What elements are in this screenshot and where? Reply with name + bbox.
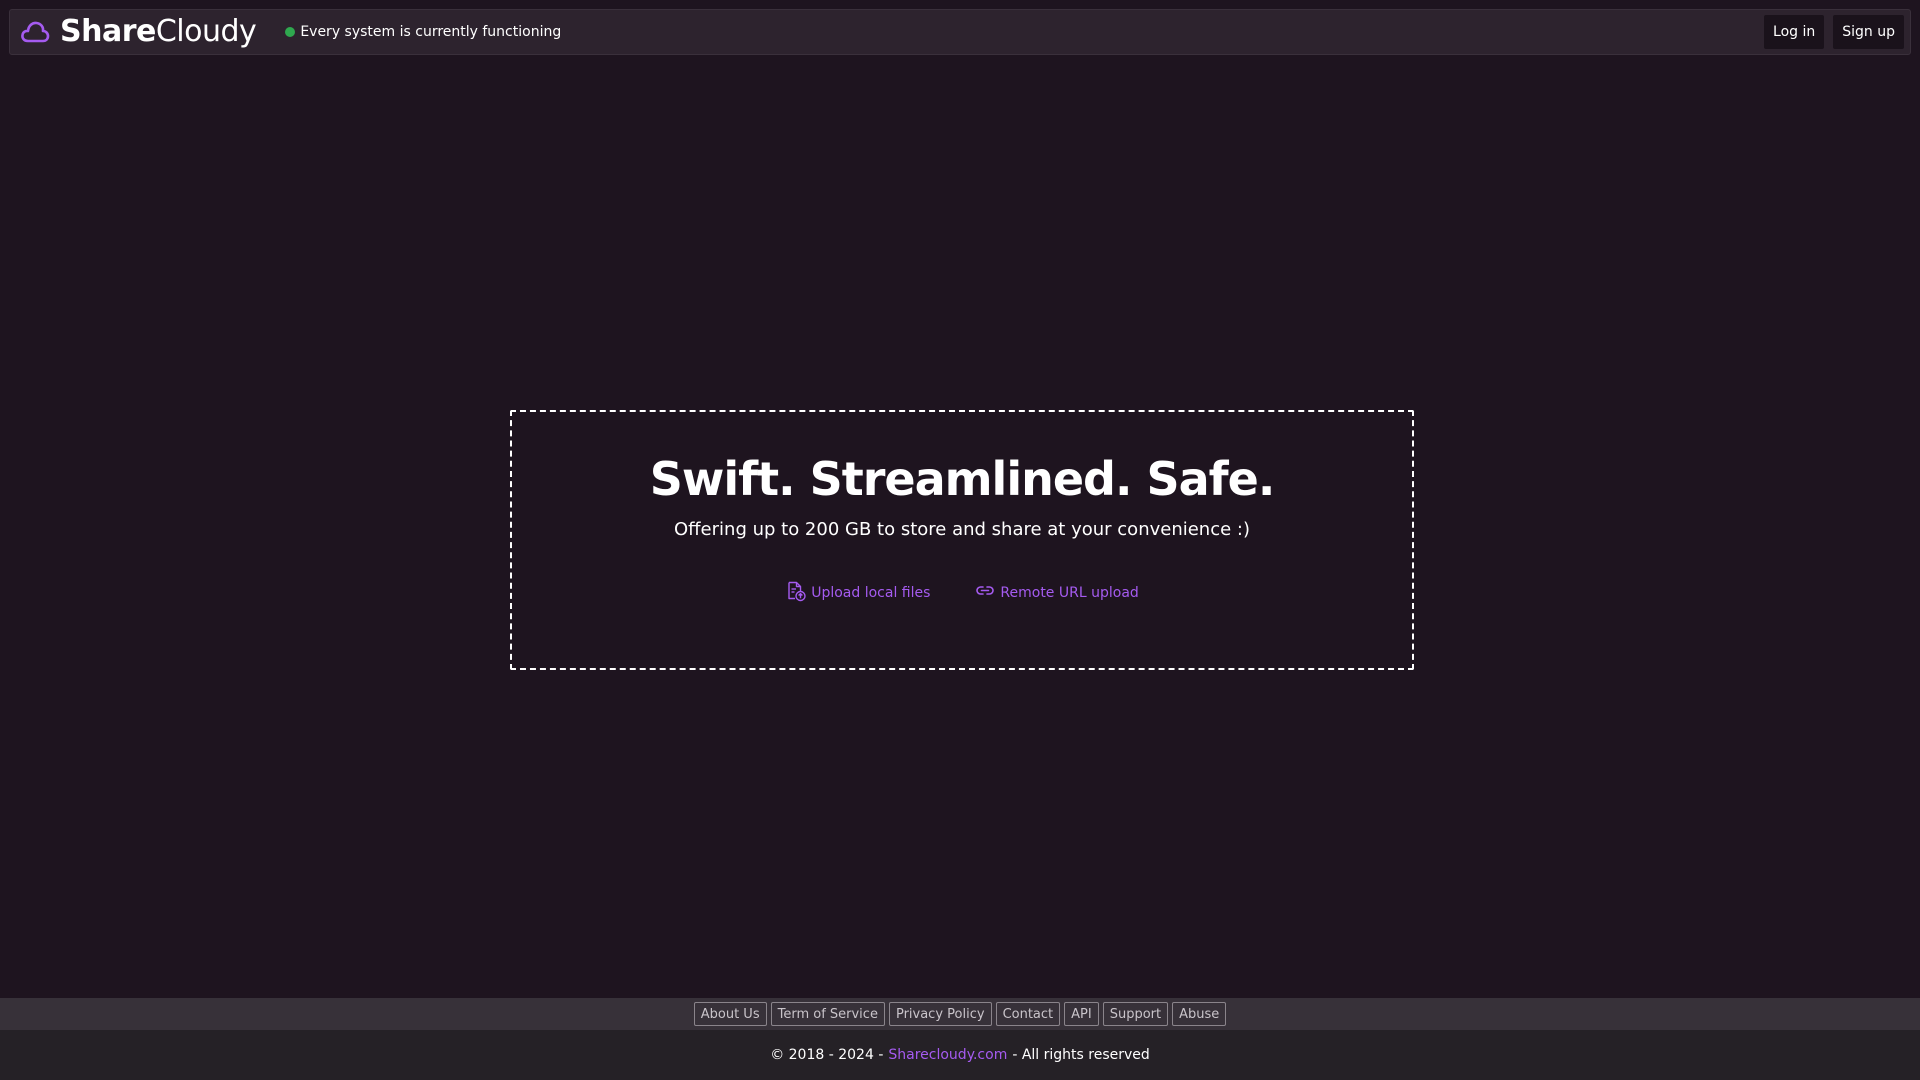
login-button[interactable]: Log in xyxy=(1764,15,1825,49)
brand[interactable]: ShareCloudy xyxy=(20,14,257,49)
footer-links: About Us Term of Service Privacy Policy … xyxy=(0,998,1920,1030)
footer-link-about-us[interactable]: About Us xyxy=(693,1002,767,1026)
footer-link-support[interactable]: Support xyxy=(1102,1002,1169,1026)
footer-link-terms[interactable]: Term of Service xyxy=(770,1002,885,1026)
signup-button[interactable]: Sign up xyxy=(1833,15,1904,49)
status-dot-icon xyxy=(285,27,296,37)
brand-name-part1: Share xyxy=(60,14,156,49)
hero-title: Swift. Streamlined. Safe. xyxy=(649,452,1276,506)
remote-url-upload-label: Remote URL upload xyxy=(1000,585,1139,602)
upload-actions: Upload local files Remote URL upload xyxy=(512,580,1412,606)
copyright-prefix: © 2018 - 2024 - xyxy=(770,1047,884,1063)
cloud-logo-icon xyxy=(20,19,50,45)
page: ShareCloudy Every system is currently fu… xyxy=(0,0,1920,1080)
footer-link-abuse[interactable]: Abuse xyxy=(1172,1002,1227,1026)
link-icon xyxy=(974,580,1000,606)
site-link[interactable]: Sharecloudy.com xyxy=(888,1047,1007,1063)
upload-local-files-link[interactable]: Upload local files xyxy=(785,580,930,606)
hero-subtitle: Offering up to 200 GB to store and share… xyxy=(673,519,1250,541)
copyright-suffix: - All rights reserved xyxy=(1012,1047,1150,1063)
brand-name: ShareCloudy xyxy=(60,14,257,49)
upload-local-files-label: Upload local files xyxy=(811,585,931,602)
footer-copyright: © 2018 - 2024 - Sharecloudy.com - All ri… xyxy=(0,1030,1920,1080)
upload-dropzone[interactable]: Swift. Streamlined. Safe. Offering up to… xyxy=(510,410,1414,670)
auth-buttons: Log in Sign up xyxy=(1755,15,1904,49)
footer-link-api[interactable]: API xyxy=(1064,1002,1099,1026)
footer-link-privacy[interactable]: Privacy Policy xyxy=(888,1002,992,1026)
navbar: ShareCloudy Every system is currently fu… xyxy=(9,9,1911,55)
footer-link-contact[interactable]: Contact xyxy=(995,1002,1061,1026)
system-status: Every system is currently functioning xyxy=(285,24,561,40)
remote-url-upload-link[interactable]: Remote URL upload xyxy=(974,580,1139,606)
file-upload-icon xyxy=(785,580,811,606)
brand-name-part2: Cloudy xyxy=(155,14,257,49)
status-text: Every system is currently functioning xyxy=(300,24,562,40)
